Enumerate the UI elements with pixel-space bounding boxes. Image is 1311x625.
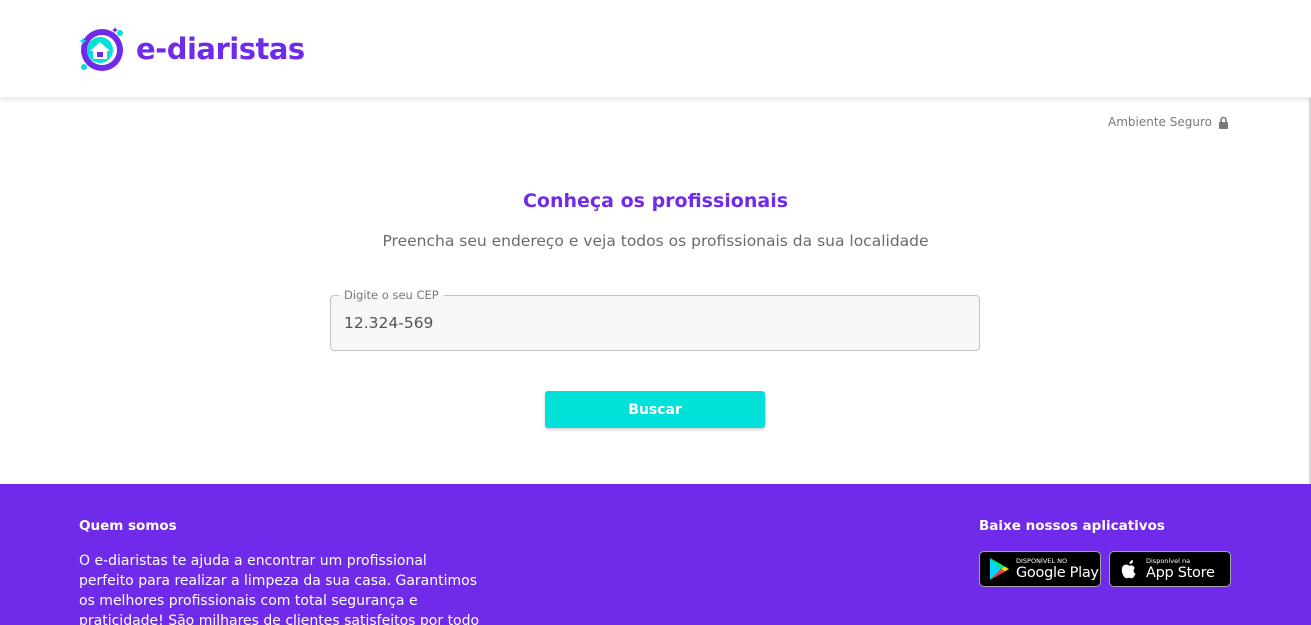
google-play-big-text: Google Play — [1016, 565, 1099, 581]
app-store-badge[interactable]: Disponível na App Store — [1109, 551, 1231, 587]
page-title: Conheça os profissionais — [522, 190, 789, 212]
top-header: e-diaristas — [0, 0, 1311, 98]
app-badges: DISPONÍVEL NO Google Play Disponível na … — [979, 551, 1239, 587]
apps-section: Baixe nossos aplicativos DISPONÍVEL NO G… — [979, 518, 1239, 587]
app-store-small-text: Disponível na — [1146, 557, 1191, 565]
secure-label: Ambiente Seguro — [1108, 115, 1212, 129]
about-text: O e-diaristas te ajuda a encontrar um pr… — [79, 553, 480, 625]
page-subtitle: Preencha seu endereço e veja todos os pr… — [382, 232, 929, 250]
app-store-big-text: App Store — [1146, 565, 1215, 581]
about-title: Quem somos — [79, 518, 177, 534]
brand-name: e-diaristas — [136, 32, 305, 66]
google-play-small-text: DISPONÍVEL NO — [1016, 557, 1068, 565]
secure-environment-badge: Ambiente Seguro — [1108, 115, 1229, 129]
apple-icon — [1121, 560, 1136, 579]
cep-input[interactable] — [344, 311, 964, 335]
cep-field[interactable]: Digite o seu CEP — [330, 288, 980, 351]
apps-title: Baixe nossos aplicativos — [979, 518, 1165, 534]
house-logo-icon — [79, 27, 123, 71]
google-play-icon — [990, 558, 1009, 580]
lock-icon — [1219, 116, 1228, 129]
about-section: Quem somos O e-diaristas te ajuda a enco… — [79, 518, 484, 625]
cep-field-label: Digite o seu CEP — [339, 288, 444, 302]
search-button[interactable]: Buscar — [545, 391, 765, 428]
footer: Quem somos O e-diaristas te ajuda a enco… — [0, 484, 1311, 625]
google-play-badge[interactable]: DISPONÍVEL NO Google Play — [979, 551, 1101, 587]
brand-logo[interactable]: e-diaristas — [78, 25, 305, 73]
